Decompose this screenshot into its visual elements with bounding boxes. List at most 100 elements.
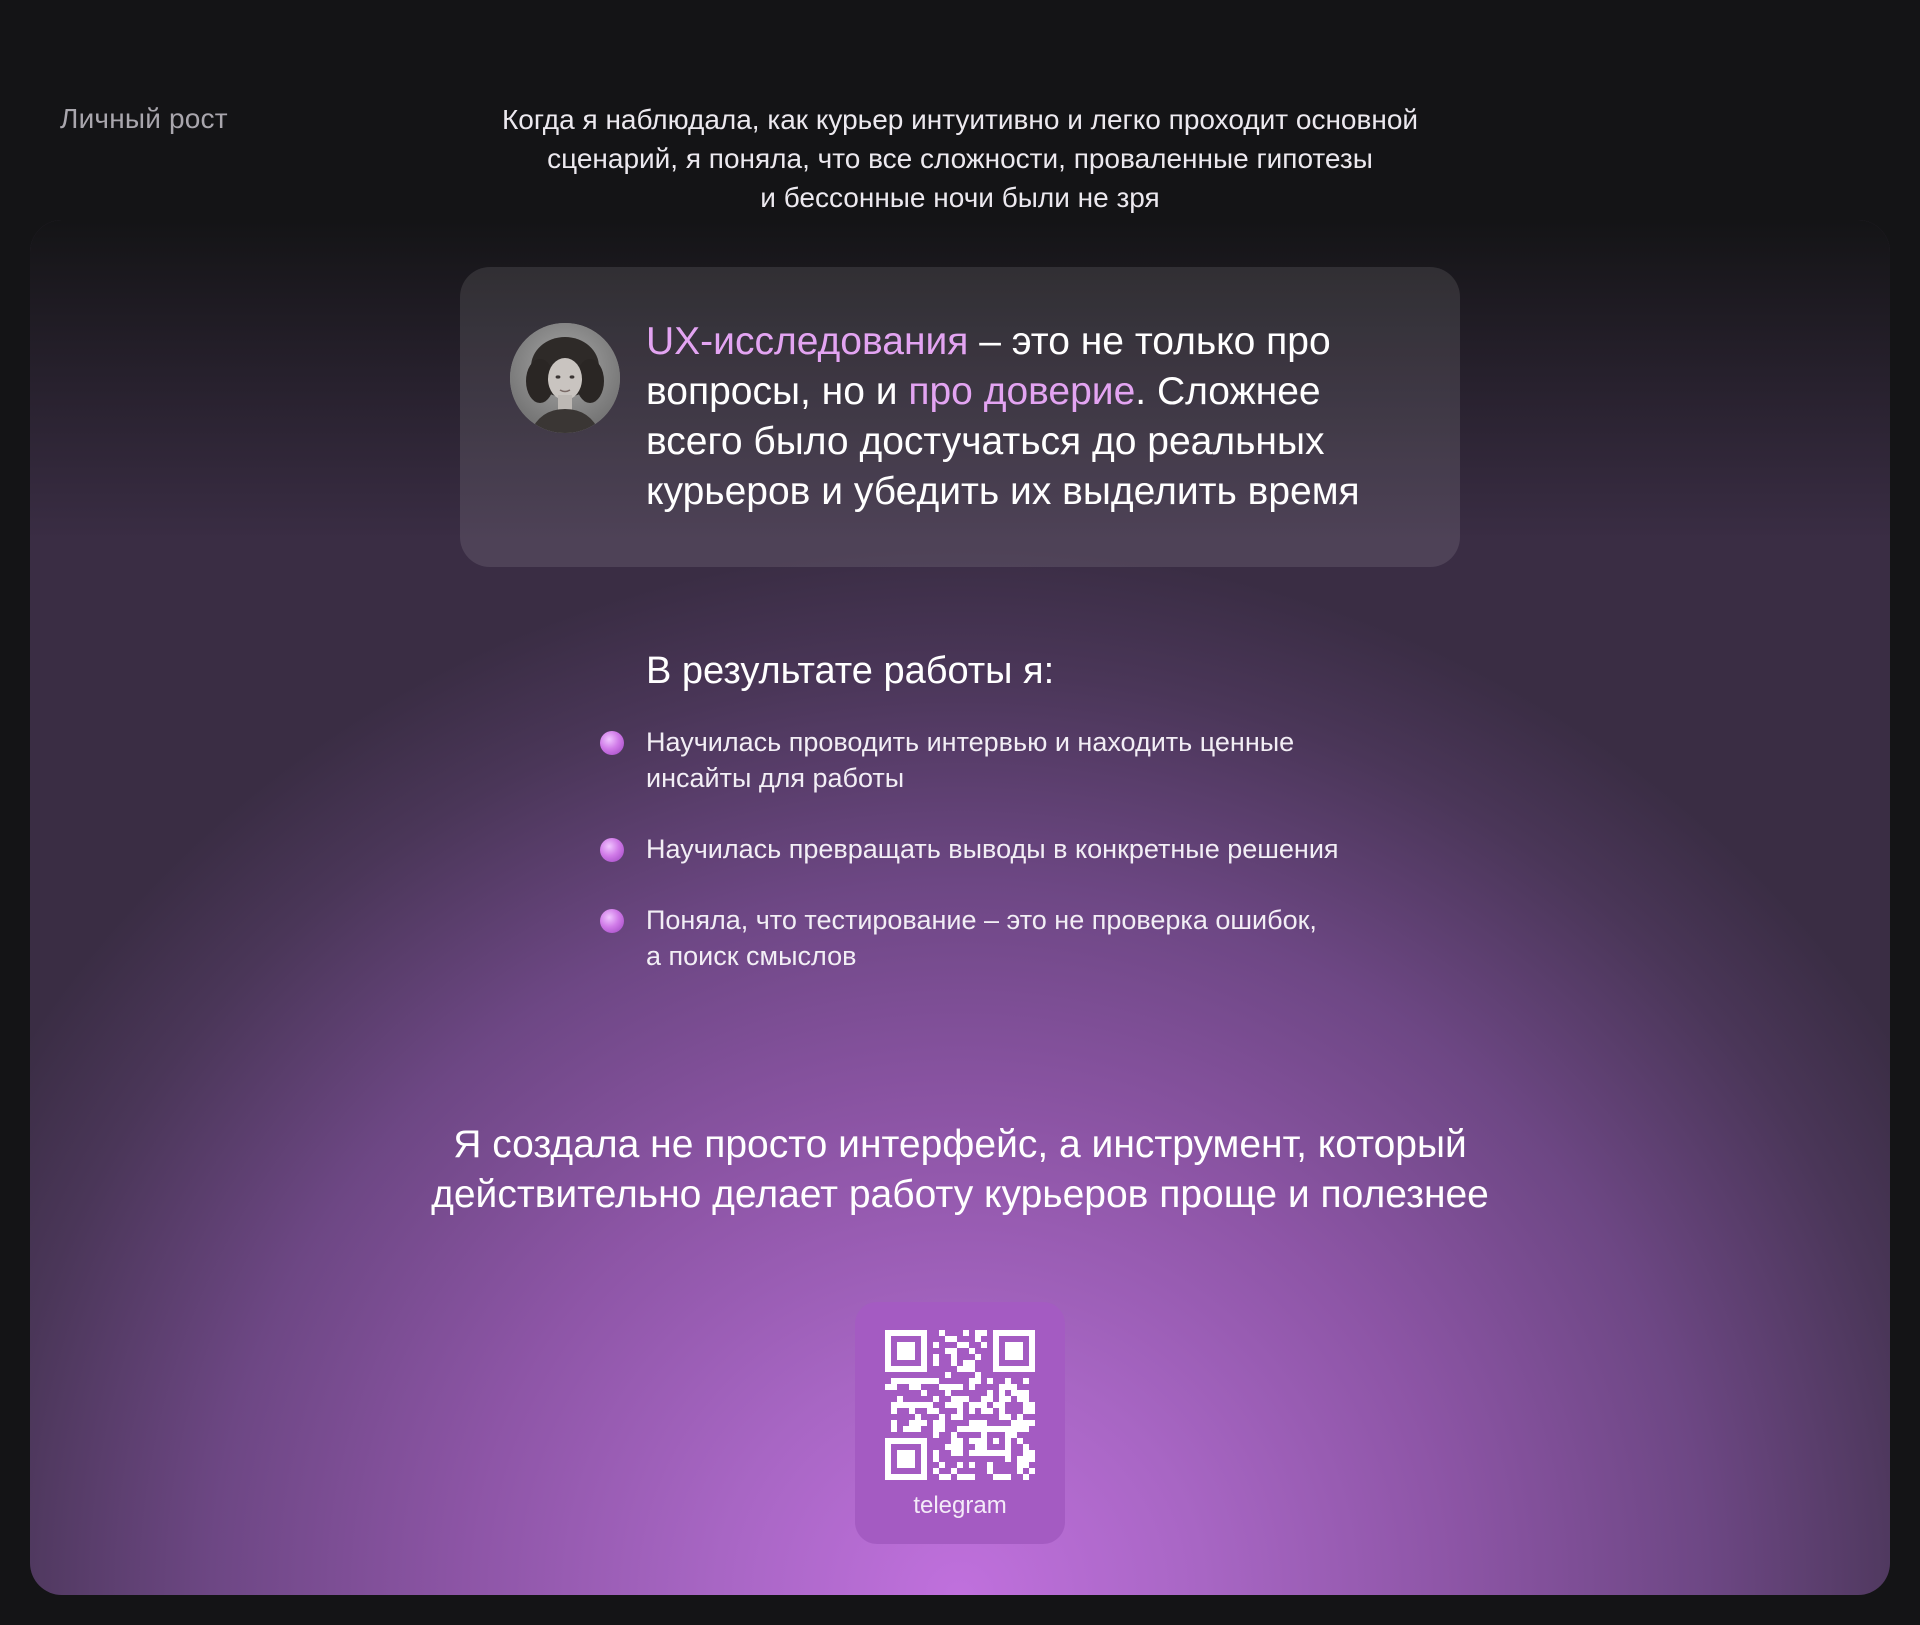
qr-module bbox=[1023, 1396, 1029, 1402]
list-item-line: Поняла, что тестирование – это не провер… bbox=[646, 905, 1317, 935]
qr-module bbox=[1005, 1384, 1011, 1390]
qr-module bbox=[903, 1426, 909, 1432]
qr-module bbox=[909, 1450, 915, 1456]
qr-module bbox=[957, 1342, 963, 1348]
qr-module bbox=[927, 1402, 933, 1408]
bullet-dot-icon bbox=[600, 731, 624, 755]
qr-module bbox=[909, 1354, 915, 1360]
qr-module bbox=[921, 1474, 927, 1480]
qr-module bbox=[939, 1330, 945, 1336]
qr-module bbox=[897, 1474, 903, 1480]
qr-module bbox=[915, 1438, 921, 1444]
qr-module bbox=[987, 1390, 993, 1396]
qr-module bbox=[891, 1426, 897, 1432]
qr-module bbox=[969, 1378, 975, 1384]
qr-module bbox=[1011, 1390, 1017, 1396]
list-item-line: Научилась проводить интервью и находить … bbox=[646, 727, 1295, 757]
qr-module bbox=[951, 1396, 957, 1402]
qr-module bbox=[897, 1354, 903, 1360]
qr-module bbox=[885, 1348, 891, 1354]
qr-module bbox=[939, 1462, 945, 1468]
qr-module bbox=[987, 1396, 993, 1402]
qr-module bbox=[921, 1354, 927, 1360]
qr-module bbox=[933, 1396, 939, 1402]
qr-module bbox=[891, 1366, 897, 1372]
qr-module bbox=[897, 1438, 903, 1444]
qr-module bbox=[999, 1390, 1005, 1396]
qr-module bbox=[915, 1366, 921, 1372]
qr-module bbox=[957, 1450, 963, 1456]
qr-module bbox=[909, 1408, 915, 1414]
qr-module bbox=[933, 1420, 939, 1426]
qr-module bbox=[945, 1402, 951, 1408]
qr-module bbox=[933, 1468, 939, 1474]
qr-module bbox=[999, 1402, 1005, 1408]
qr-module bbox=[915, 1474, 921, 1480]
qr-module bbox=[933, 1450, 939, 1456]
qr-module bbox=[933, 1342, 939, 1348]
qr-module bbox=[921, 1390, 927, 1396]
qr-module bbox=[891, 1378, 897, 1384]
qr-module bbox=[909, 1420, 915, 1426]
qr-module bbox=[993, 1348, 999, 1354]
qr-module bbox=[957, 1444, 963, 1450]
qr-module bbox=[1023, 1444, 1029, 1450]
qr-module bbox=[951, 1438, 957, 1444]
intro-paragraph: Когда я наблюдала, как курьер интуитивно… bbox=[440, 100, 1480, 217]
qr-module bbox=[909, 1426, 915, 1432]
qr-module bbox=[1023, 1450, 1029, 1456]
qr-module bbox=[981, 1432, 987, 1438]
qr-module bbox=[969, 1450, 975, 1456]
qr-module bbox=[951, 1444, 957, 1450]
qr-module bbox=[921, 1402, 927, 1408]
qr-module bbox=[1005, 1348, 1011, 1354]
qr-module bbox=[1029, 1360, 1035, 1366]
qr-module bbox=[999, 1474, 1005, 1480]
qr-module bbox=[975, 1438, 981, 1444]
qr-module bbox=[891, 1420, 897, 1426]
qr-module bbox=[957, 1402, 963, 1408]
qr-module bbox=[957, 1438, 963, 1444]
qr-module bbox=[1029, 1420, 1035, 1426]
qr-module bbox=[933, 1378, 939, 1384]
qr-module bbox=[1011, 1330, 1017, 1336]
qr-module bbox=[993, 1342, 999, 1348]
qr-module bbox=[909, 1438, 915, 1444]
qr-module bbox=[1017, 1354, 1023, 1360]
qr-module bbox=[1029, 1456, 1035, 1462]
qr-module bbox=[903, 1474, 909, 1480]
qr-module bbox=[1005, 1444, 1011, 1450]
list-item: Научилась превращать выводы в конкретные… bbox=[600, 831, 1400, 867]
telegram-qr-card[interactable]: telegram bbox=[855, 1302, 1065, 1544]
qr-module bbox=[999, 1408, 1005, 1414]
qr-module bbox=[963, 1342, 969, 1348]
bullet-dot-icon bbox=[600, 838, 624, 862]
qr-module bbox=[993, 1402, 999, 1408]
qr-module bbox=[1005, 1426, 1011, 1432]
qr-module bbox=[981, 1396, 987, 1402]
qr-module bbox=[933, 1360, 939, 1366]
qr-module bbox=[921, 1450, 927, 1456]
qr-module bbox=[993, 1330, 999, 1336]
qr-module bbox=[999, 1384, 1005, 1390]
qr-module bbox=[945, 1348, 951, 1354]
qr-module bbox=[891, 1474, 897, 1480]
qr-module bbox=[1011, 1384, 1017, 1390]
qr-code-icon[interactable] bbox=[885, 1330, 1035, 1480]
qr-module bbox=[945, 1474, 951, 1480]
qr-module bbox=[981, 1330, 987, 1336]
qr-module bbox=[921, 1360, 927, 1366]
qr-module bbox=[963, 1330, 969, 1336]
qr-module bbox=[975, 1378, 981, 1384]
avatar bbox=[510, 323, 620, 433]
qr-module bbox=[1023, 1366, 1029, 1372]
qr-module bbox=[885, 1360, 891, 1366]
qr-module bbox=[975, 1402, 981, 1408]
qr-module bbox=[897, 1396, 903, 1402]
qr-module bbox=[987, 1426, 993, 1432]
qr-module bbox=[903, 1348, 909, 1354]
qr-module bbox=[957, 1414, 963, 1420]
qr-module bbox=[945, 1384, 951, 1390]
qr-module bbox=[909, 1330, 915, 1336]
qr-module bbox=[1005, 1450, 1011, 1456]
